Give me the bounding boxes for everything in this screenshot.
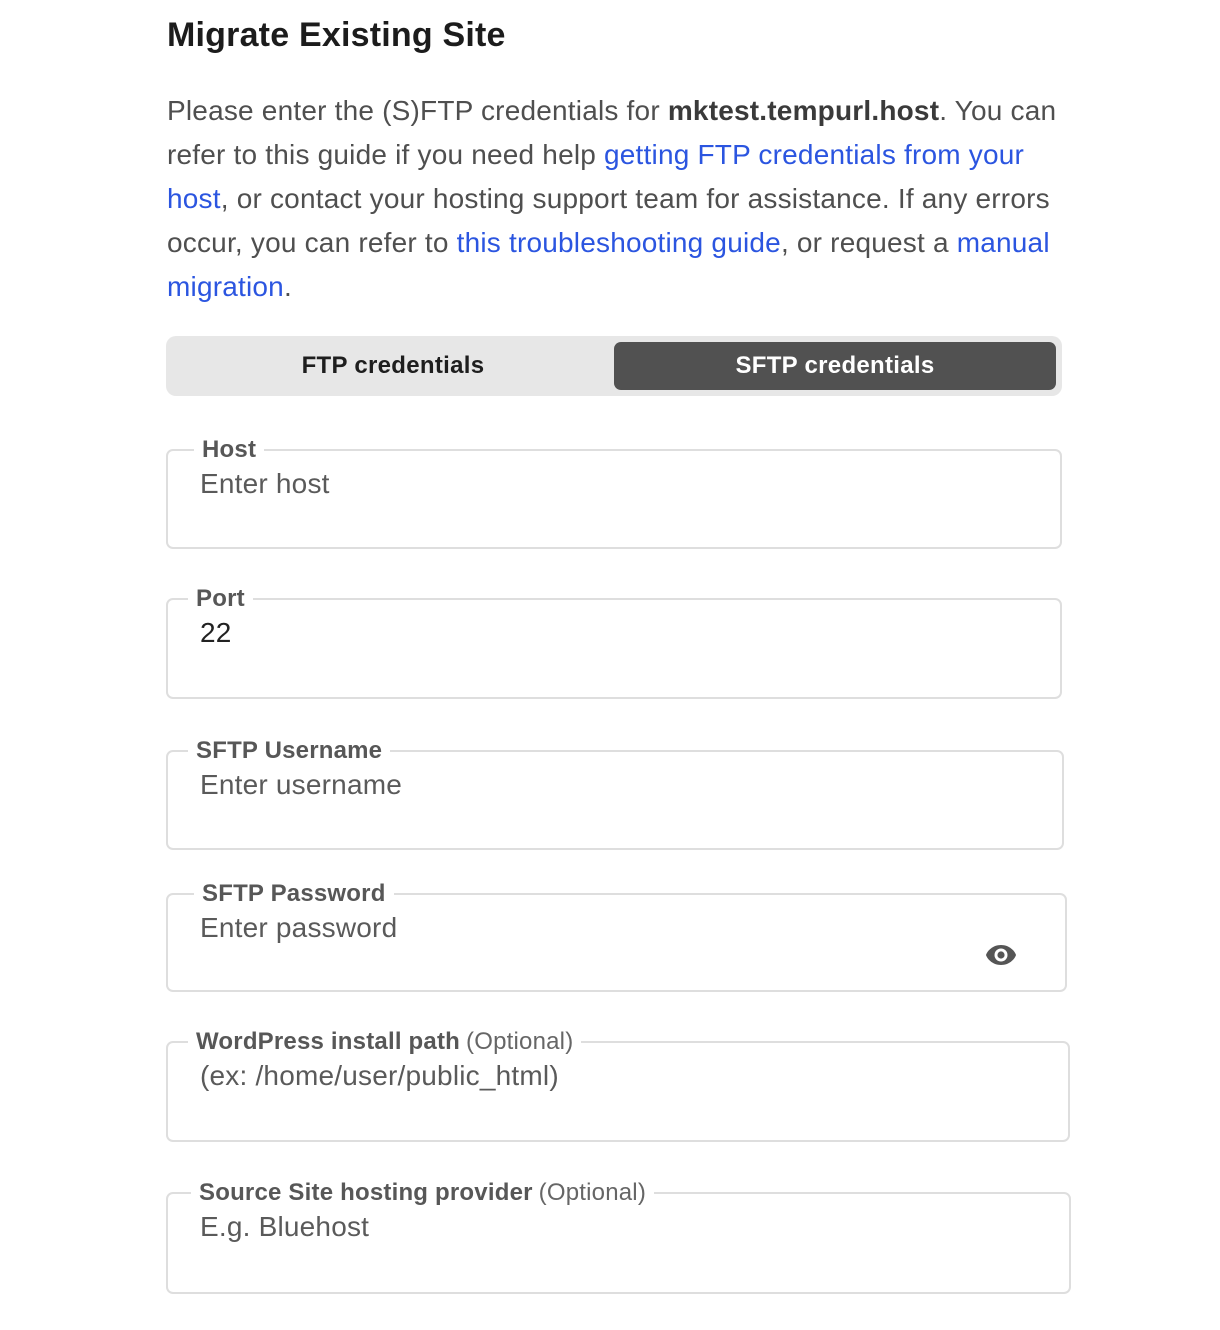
sftp-username-input[interactable] bbox=[200, 769, 1030, 801]
troubleshooting-guide-link[interactable]: this troubleshooting guide bbox=[457, 227, 781, 258]
source-hosting-provider-label-text: Source Site hosting provider bbox=[199, 1179, 533, 1206]
intro-text-part: , or request a bbox=[780, 227, 957, 258]
wordpress-install-path-input[interactable] bbox=[200, 1060, 1036, 1092]
source-hosting-provider-label: Source Site hosting provider (Optional) bbox=[191, 1179, 654, 1207]
host-field: Host bbox=[166, 436, 1062, 549]
site-domain: mktest.tempurl.host bbox=[667, 95, 940, 126]
optional-tag: (Optional) bbox=[538, 1179, 647, 1206]
eye-icon[interactable] bbox=[985, 944, 1017, 966]
credentials-type-toggle: FTP credentials SFTP credentials bbox=[166, 336, 1062, 396]
wordpress-install-path-label: WordPress install path (Optional) bbox=[188, 1028, 581, 1056]
port-input[interactable] bbox=[200, 617, 1028, 649]
tab-ftp-credentials[interactable]: FTP credentials bbox=[172, 342, 614, 390]
port-field: Port bbox=[166, 585, 1062, 699]
page-title: Migrate Existing Site bbox=[167, 16, 506, 54]
wordpress-install-path-label-text: WordPress install path bbox=[196, 1028, 461, 1055]
source-hosting-provider-input[interactable] bbox=[200, 1211, 1037, 1243]
host-label-text: Host bbox=[202, 436, 257, 463]
port-label: Port bbox=[188, 585, 253, 613]
sftp-password-label: SFTP Password bbox=[194, 880, 394, 908]
intro-text-part: Please enter the (S)FTP credentials for bbox=[167, 95, 668, 126]
sftp-username-field: SFTP Username bbox=[166, 737, 1064, 850]
sftp-password-field: SFTP Password bbox=[166, 880, 1067, 992]
sftp-password-input[interactable] bbox=[200, 912, 960, 944]
tab-sftp-credentials[interactable]: SFTP credentials bbox=[614, 342, 1056, 390]
source-hosting-provider-field: Source Site hosting provider (Optional) bbox=[166, 1179, 1071, 1294]
port-label-text: Port bbox=[196, 585, 245, 612]
intro-text: Please enter the (S)FTP credentials for … bbox=[167, 89, 1067, 309]
host-input[interactable] bbox=[200, 468, 1028, 500]
wordpress-install-path-field: WordPress install path (Optional) bbox=[166, 1028, 1070, 1142]
sftp-password-label-text: SFTP Password bbox=[202, 880, 386, 907]
optional-tag: (Optional) bbox=[466, 1028, 574, 1055]
host-label: Host bbox=[194, 436, 264, 464]
sftp-username-label: SFTP Username bbox=[188, 737, 390, 765]
intro-text-part: . bbox=[283, 271, 292, 302]
sftp-username-label-text: SFTP Username bbox=[196, 737, 383, 764]
